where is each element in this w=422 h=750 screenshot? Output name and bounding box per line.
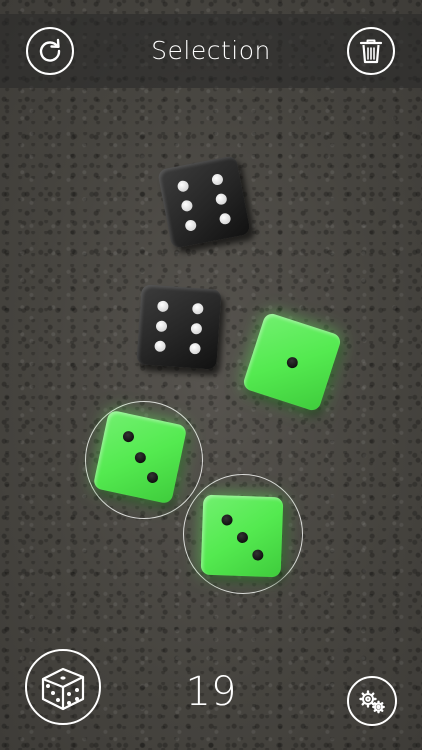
die-pip: [133, 450, 147, 464]
die-pip: [145, 471, 159, 485]
die-pip: [190, 322, 203, 335]
die-pip: [192, 302, 204, 315]
die-pip: [180, 198, 194, 212]
die-pip: [176, 179, 190, 193]
die-green-three-selected[interactable]: [200, 494, 284, 578]
gears-icon: [359, 690, 385, 714]
die-pip: [189, 342, 202, 355]
clear-button[interactable]: [347, 27, 395, 75]
roll-dice-button[interactable]: [25, 649, 101, 725]
die-pip: [211, 172, 224, 186]
die-pip: [218, 211, 232, 225]
die-black-six[interactable]: [157, 155, 251, 249]
top-bar: Selection: [0, 14, 422, 88]
die-green-three-selected[interactable]: [92, 409, 188, 505]
die-pip: [155, 319, 168, 332]
die-black-six[interactable]: [136, 284, 222, 370]
die-pip: [285, 355, 299, 369]
settings-button[interactable]: [347, 676, 397, 726]
dice-icon: [41, 667, 85, 711]
dice-sum: 19: [185, 669, 237, 715]
die-pip: [251, 549, 264, 561]
die-pip: [236, 531, 248, 544]
die-pip: [121, 429, 135, 443]
die-pip: [156, 299, 169, 312]
trash-icon: [359, 39, 383, 64]
die-pip: [154, 339, 166, 352]
die-pip: [184, 218, 197, 232]
die-pip: [220, 513, 233, 526]
die-pip: [214, 192, 228, 206]
die-green-one[interactable]: [241, 311, 343, 413]
